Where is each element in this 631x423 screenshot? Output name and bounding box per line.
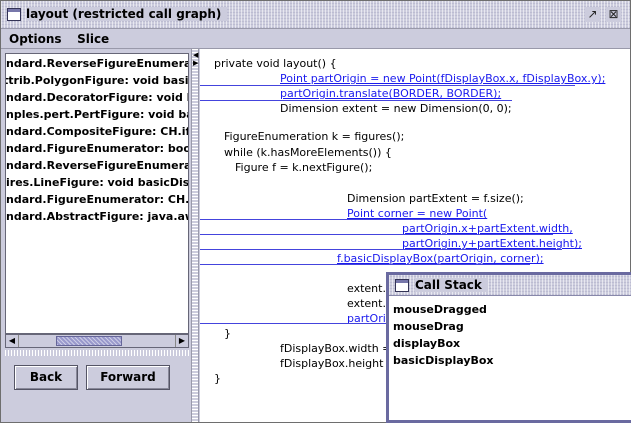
highlight-line [200,249,562,250]
list-item[interactable]: ndard.FigureEnumerator: boolean [6,142,188,155]
window-icon [7,8,21,21]
code-line: Dimension extent = new Dimension(0, 0); [280,102,512,115]
list-item[interactable]: ndard.DecoratorFigure: void basic [6,91,188,104]
window-title: layout (restricted call graph) [26,7,228,21]
collapse-right-icon[interactable]: ▶ [193,60,198,67]
method-list[interactable]: ndard.ReverseFigureEnumerator: ttrib.Pol… [5,53,189,334]
code-line: private void layout() { [214,57,337,70]
menu-slice[interactable]: Slice [69,29,113,46]
menu-options[interactable]: Options [1,29,66,46]
collapse-left-icon[interactable]: ◀ [193,52,198,59]
scroll-thumb[interactable] [56,336,122,346]
code-line-highlighted[interactable]: partOrigin.translate(BORDER, BORDER); [280,87,501,100]
list-item[interactable]: ndard.AbstractFigure: java.awt.Di [6,210,188,223]
code-line: } [214,372,221,385]
menu-bar: Options Slice [1,29,630,49]
code-line: } [224,327,231,340]
list-item[interactable]: ndard.ReverseFigureEnumerator: [6,159,188,172]
call-stack-item[interactable]: displayBox [393,337,460,350]
pane-divider [5,350,189,356]
code-line: Dimension partExtent = f.size(); [347,192,524,205]
code-line: fDisplayBox.height = [280,357,397,370]
window-icon [395,279,409,292]
list-item[interactable]: nples.pert.PertFigure: void basicD [6,108,188,121]
call-stack-window[interactable]: Call Stack mouseDragged mouseDrag displa… [386,272,631,423]
maximize-icon[interactable]: ↗ [585,7,600,22]
highlight-line [200,85,575,86]
call-stack-title: Call Stack [415,278,488,292]
title-bar[interactable]: layout (restricted call graph) ↗ ⊠ [1,1,630,29]
forward-button[interactable]: Forward [86,365,170,390]
list-item[interactable]: ires.LineFigure: void basicDisplay [6,176,188,189]
close-icon[interactable]: ⊠ [606,7,621,22]
list-item[interactable]: ndard.FigureEnumerator: CH.ifa.d [6,193,188,206]
call-stack-item[interactable]: basicDisplayBox [393,354,494,367]
call-stack-item[interactable]: mouseDragged [393,303,487,316]
code-line: FigureEnumeration k = figures(); [224,130,405,143]
code-line: while (k.hasMoreElements()) { [224,146,392,159]
scroll-left-icon[interactable]: ◀ [6,335,19,347]
highlight-line [200,234,553,235]
list-item[interactable]: ttrib.PolygonFigure: void basicDis| [6,74,188,87]
list-item[interactable]: ndard.ReverseFigureEnumerator: [6,57,188,70]
method-pane: ndard.ReverseFigureEnumerator: ttrib.Pol… [1,49,191,422]
call-stack-item[interactable]: mouseDrag [393,320,464,333]
split-pane-divider[interactable]: ◀ ▶ [191,49,199,422]
call-stack-title-bar[interactable]: Call Stack [389,275,631,296]
code-line: Figure f = k.nextFigure(); [235,161,373,174]
code-line-highlighted[interactable]: Point partOrigin = new Point(fDisplayBox… [280,72,605,85]
highlight-line [200,323,390,324]
highlight-line [200,264,530,265]
back-button[interactable]: Back [14,365,78,390]
scroll-right-icon[interactable]: ▶ [175,335,188,347]
highlight-line [200,219,470,220]
list-item[interactable]: ndard.CompositeFigure: CH.ifa.dr: [6,125,188,138]
highlight-line [200,100,512,101]
horizontal-scrollbar[interactable]: ◀ ▶ [5,334,189,348]
code-line: fDisplayBox.width = e [280,342,402,355]
